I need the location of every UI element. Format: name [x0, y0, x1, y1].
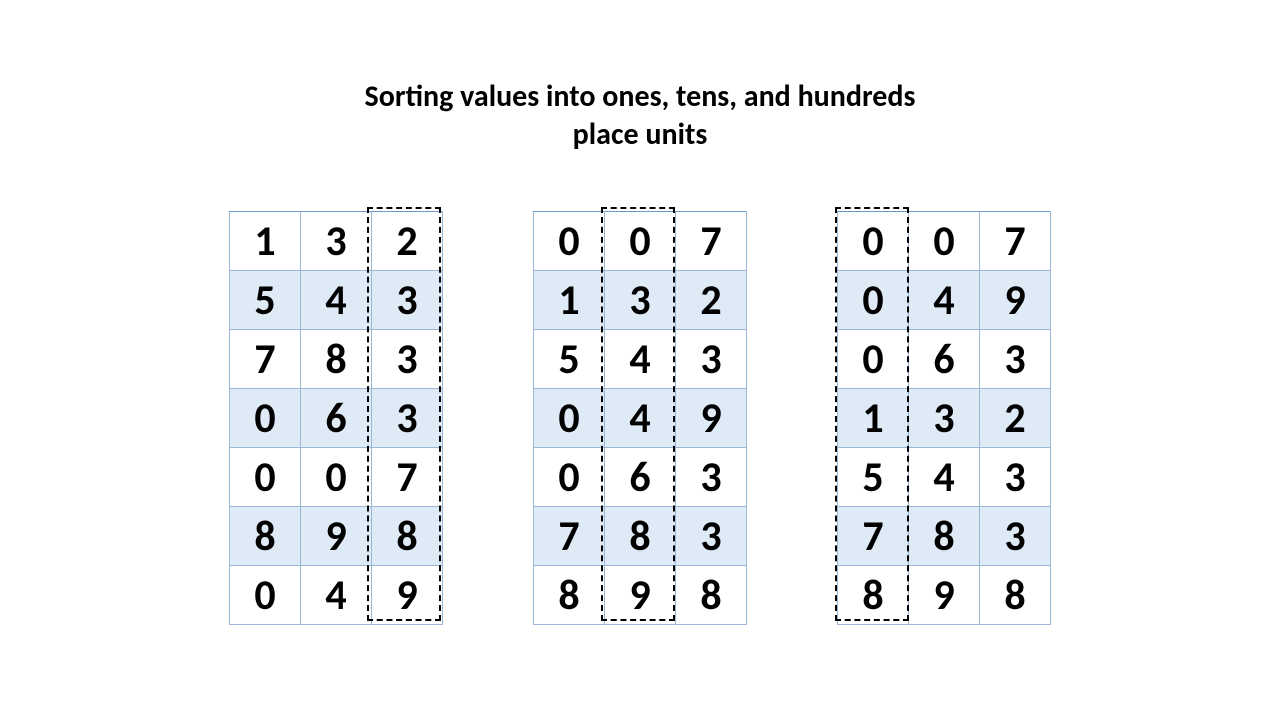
- table-row: 063: [230, 389, 443, 448]
- digit-cell: 0: [230, 448, 301, 507]
- digit-cell: 1: [534, 271, 605, 330]
- digit-cell: 0: [301, 448, 372, 507]
- digit-cell: 0: [838, 330, 909, 389]
- title-line-2: place units: [573, 116, 708, 153]
- digit-cell: 7: [980, 212, 1051, 271]
- digit-cell: 3: [980, 507, 1051, 566]
- digit-cell: 7: [838, 507, 909, 566]
- table-row: 007: [230, 448, 443, 507]
- digit-cell: 7: [676, 212, 747, 271]
- table-row: 898: [534, 566, 747, 625]
- table-row: 783: [838, 507, 1051, 566]
- digit-cell: 8: [534, 566, 605, 625]
- digit-cell: 3: [909, 389, 980, 448]
- digit-cell: 8: [230, 507, 301, 566]
- digit-cell: 6: [605, 448, 676, 507]
- digit-cell: 4: [301, 566, 372, 625]
- digit-cell: 4: [301, 271, 372, 330]
- tables-container: 1325437830630078980490071325430490637838…: [0, 211, 1280, 625]
- table-row: 049: [838, 271, 1051, 330]
- digit-cell: 9: [909, 566, 980, 625]
- digit-cell: 2: [372, 212, 443, 271]
- digit-cell: 0: [838, 271, 909, 330]
- diagram-title: Sorting values into ones, tens, and hund…: [0, 0, 1280, 153]
- digit-cell: 0: [838, 212, 909, 271]
- table-row: 007: [838, 212, 1051, 271]
- digit-cell: 3: [301, 212, 372, 271]
- digit-cell: 8: [301, 330, 372, 389]
- digit-cell: 8: [909, 507, 980, 566]
- digit-cell: 3: [676, 448, 747, 507]
- table-row: 049: [230, 566, 443, 625]
- table-row: 543: [230, 271, 443, 330]
- table-row: 543: [534, 330, 747, 389]
- table-row: 783: [230, 330, 443, 389]
- digit-cell: 0: [230, 566, 301, 625]
- digit-cell: 1: [230, 212, 301, 271]
- digit-cell: 4: [909, 271, 980, 330]
- digit-cell: 0: [230, 389, 301, 448]
- digit-cell: 8: [980, 566, 1051, 625]
- digit-cell: 9: [980, 271, 1051, 330]
- table-row: 063: [838, 330, 1051, 389]
- digit-cell: 6: [301, 389, 372, 448]
- table-row: 898: [230, 507, 443, 566]
- digit-cell: 3: [605, 271, 676, 330]
- digit-cell: 6: [909, 330, 980, 389]
- digit-cell: 9: [301, 507, 372, 566]
- digit-cell: 3: [372, 330, 443, 389]
- place-value-table-1: 007132543049063783898: [533, 211, 747, 625]
- table-row: 132: [838, 389, 1051, 448]
- digit-cell: 8: [676, 566, 747, 625]
- digit-cell: 7: [230, 330, 301, 389]
- table-row: 132: [230, 212, 443, 271]
- place-value-table-2: 007049063132543783898: [837, 211, 1051, 625]
- digit-cell: 0: [605, 212, 676, 271]
- digit-cell: 3: [372, 271, 443, 330]
- table-row: 898: [838, 566, 1051, 625]
- digit-cell: 0: [909, 212, 980, 271]
- digit-cell: 3: [980, 330, 1051, 389]
- digit-cell: 9: [372, 566, 443, 625]
- digit-cell: 0: [534, 389, 605, 448]
- place-value-table-0: 132543783063007898049: [229, 211, 443, 625]
- digit-cell: 7: [534, 507, 605, 566]
- digit-table: 007049063132543783898: [837, 211, 1051, 625]
- digit-cell: 2: [980, 389, 1051, 448]
- digit-cell: 9: [676, 389, 747, 448]
- digit-cell: 5: [838, 448, 909, 507]
- digit-cell: 3: [372, 389, 443, 448]
- digit-cell: 5: [230, 271, 301, 330]
- digit-cell: 8: [372, 507, 443, 566]
- table-row: 063: [534, 448, 747, 507]
- digit-cell: 1: [838, 389, 909, 448]
- digit-cell: 0: [534, 448, 605, 507]
- table-row: 783: [534, 507, 747, 566]
- table-row: 132: [534, 271, 747, 330]
- title-line-1: Sorting values into ones, tens, and hund…: [365, 78, 916, 115]
- digit-cell: 3: [676, 507, 747, 566]
- digit-table: 007132543049063783898: [533, 211, 747, 625]
- table-row: 543: [838, 448, 1051, 507]
- digit-cell: 5: [534, 330, 605, 389]
- digit-cell: 9: [605, 566, 676, 625]
- digit-cell: 7: [372, 448, 443, 507]
- digit-cell: 8: [605, 507, 676, 566]
- digit-table: 132543783063007898049: [229, 211, 443, 625]
- table-row: 049: [534, 389, 747, 448]
- digit-cell: 4: [605, 330, 676, 389]
- digit-cell: 2: [676, 271, 747, 330]
- digit-cell: 4: [605, 389, 676, 448]
- table-row: 007: [534, 212, 747, 271]
- digit-cell: 3: [676, 330, 747, 389]
- digit-cell: 8: [838, 566, 909, 625]
- digit-cell: 4: [909, 448, 980, 507]
- digit-cell: 0: [534, 212, 605, 271]
- digit-cell: 3: [980, 448, 1051, 507]
